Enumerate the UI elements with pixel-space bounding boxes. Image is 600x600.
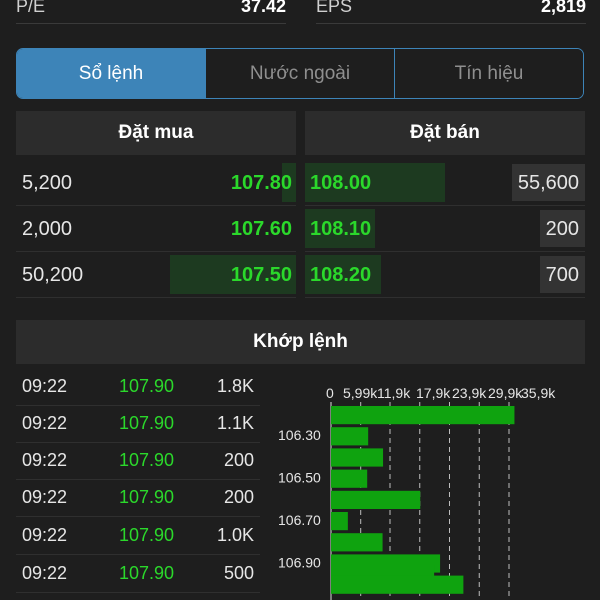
y-tick-label: 106.30 [278,427,321,443]
matched-row: 09:22 107.90 500 [16,554,260,593]
stat-eps: EPS 2,819 [316,0,586,24]
matched-volume: 1.8K [216,376,254,396]
volume-by-price-chart: 0 5,99k 11,9k 17,9k 23,9k 29,9k 35,9k 106.30 106… [270,378,600,600]
matched-price: 107.90 [119,413,175,433]
stat-eps-label: EPS [316,0,353,16]
matched-price: 107.90 [119,525,175,545]
matched-volume: 500 [223,563,254,583]
matched-time: 09:22 [22,487,68,507]
sell-row[interactable]: 108.00 55,600 [305,160,585,206]
matched-row: 09:22 107.90 200 [16,478,260,517]
volume-bar [331,406,515,425]
buy-row[interactable]: 2,000 107.60 [16,206,296,252]
sell-row[interactable]: 108.20 700 [305,252,585,298]
buy-price: 107.50 [230,264,292,286]
matched-time: 09:22 [22,563,68,583]
volume-bar [331,533,383,552]
volume-bar [331,490,421,509]
buy-row[interactable]: 5,200 107.80 [16,160,296,206]
x-tick-label: 23,9k [452,385,487,401]
matched-volume: 1.1K [216,413,254,433]
stat-pe-label: P/E [16,0,46,16]
tab-order-book[interactable]: Sổ lệnh [17,49,205,98]
matched-volume: 200 [223,450,254,470]
matched-volume: 200 [223,487,254,507]
sell-price: 108.10 [310,218,372,240]
x-tick-label: 5,99k [343,385,378,401]
matched-row: 09:22 107.90 200 [16,441,260,480]
x-tick-label: 11,9k [377,385,411,401]
x-tick-label: 35,9k [521,385,556,401]
x-tick-label: 17,9k [416,385,451,401]
matched-row: 09:22 107.90 1.8K [16,367,260,406]
y-tick-label: 106.70 [278,512,321,528]
buy-header: Đặt mua [16,111,296,155]
stat-pe-value: 37.42 [240,0,286,16]
matched-time: 09:22 [22,376,68,396]
sell-row[interactable]: 108.10 200 [305,206,585,252]
x-tick-label: 0 [326,385,334,401]
matched-price: 107.90 [119,376,175,396]
y-tick-label: 106.50 [278,470,321,486]
matched-time: 09:22 [22,413,68,433]
tab-bar: Sổ lệnh Nước ngoài Tín hiệu [16,48,584,99]
matched-row: 09:22 107.90 1.1K [16,404,260,443]
stat-eps-value: 2,819 [540,0,586,16]
tab-foreign[interactable]: Nước ngoài [205,49,394,98]
y-tick-label: 106.90 [278,554,321,570]
volume-bar [331,512,348,531]
matched-time: 09:22 [22,525,68,545]
sell-volume: 200 [539,210,585,247]
volume-bar [331,448,384,467]
sell-volume: 55,600 [511,164,585,201]
sell-price: 108.00 [310,172,372,194]
buy-row[interactable]: 50,200 107.50 [16,252,296,298]
matched-header: Khớp lệnh [16,320,585,364]
x-tick-label: 29,9k [488,385,523,401]
matched-price: 107.90 [119,450,175,470]
buy-volume: 2,000 [22,218,73,240]
buy-price: 107.60 [230,218,292,240]
sell-volume: 700 [539,256,585,293]
stats-row: P/E 37.42 EPS 2,819 [16,0,586,24]
sell-header: Đặt bán [305,111,585,155]
buy-price: 107.80 [230,172,292,194]
volume-bar [331,469,368,488]
matched-row: 09:22 107.90 1.0K [16,516,260,555]
matched-price: 107.90 [119,563,175,583]
volume-bar [331,427,369,446]
matched-price: 107.90 [119,487,175,507]
matched-volume: 1.0K [216,525,254,545]
volume-bar [331,575,464,594]
tab-signals[interactable]: Tín hiệu [394,49,583,98]
matched-time: 09:22 [22,450,68,470]
volume-by-price-svg: 0 5,99k 11,9k 17,9k 23,9k 29,9k35,9k 106.30 106… [278,385,556,600]
stat-pe: P/E 37.42 [16,0,286,24]
buy-volume: 5,200 [22,172,73,194]
buy-volume: 50,200 [22,264,84,286]
sell-price: 108.20 [310,264,372,286]
